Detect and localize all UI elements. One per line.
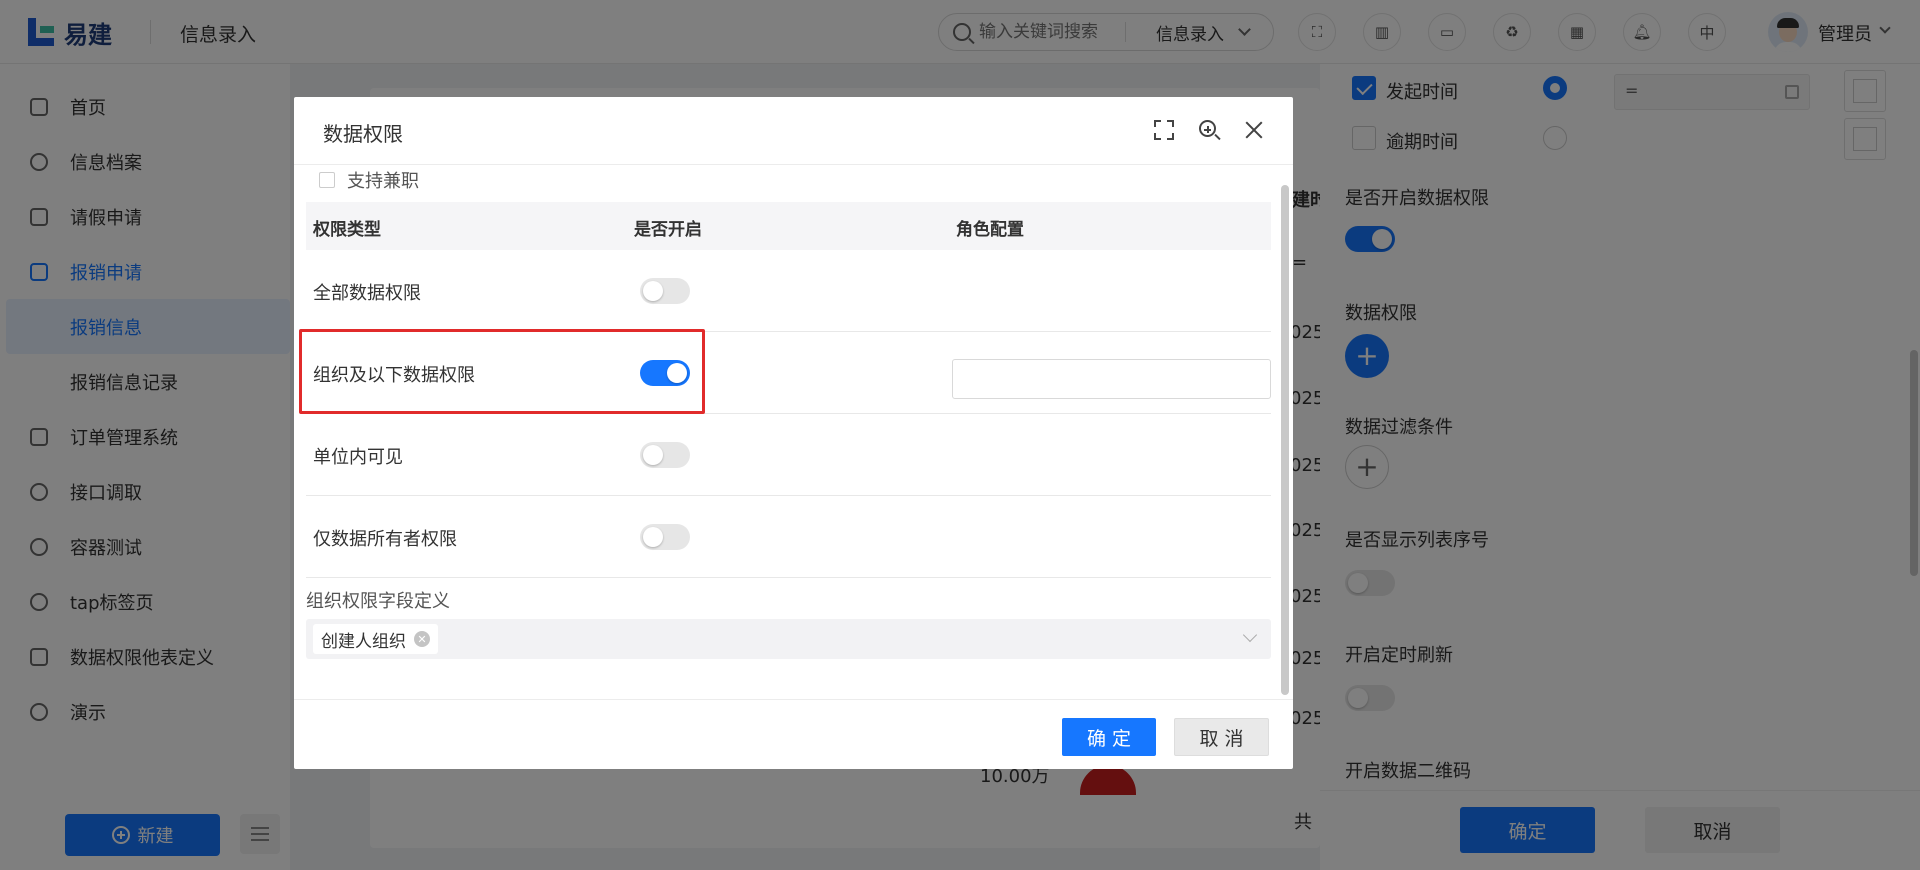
table-row: 仅数据所有者权限 [306, 496, 1271, 578]
fullscreen-icon[interactable] [1153, 119, 1175, 141]
confirm-button[interactable]: 确 定 [1062, 718, 1156, 756]
selected-tag: 创建人组织 ✕ [313, 624, 438, 654]
highlight-box [299, 329, 705, 414]
data-permission-dialog: 数据权限 支持兼职 权限类型 是否开启 角色配置 全部数据权限 组织及以下数据权… [294, 97, 1293, 769]
dialog-title: 数据权限 [323, 122, 403, 146]
unit-visible-switch[interactable] [640, 442, 690, 468]
permission-name: 仅数据所有者权限 [313, 529, 457, 550]
close-icon[interactable] [1243, 119, 1265, 141]
zoom-in-icon[interactable] [1198, 119, 1221, 141]
tag-label: 创建人组织 [321, 631, 406, 652]
org-field-select[interactable]: 创建人组织 ✕ [306, 619, 1271, 659]
support-part-time-option[interactable]: 支持兼职 [319, 167, 419, 193]
support-part-time-label: 支持兼职 [347, 171, 419, 192]
support-part-time-checkbox[interactable] [319, 172, 335, 188]
column-header-type: 权限类型 [313, 220, 381, 240]
table-header: 权限类型 是否开启 角色配置 [306, 202, 1271, 250]
chevron-down-icon [1242, 627, 1258, 643]
cancel-button[interactable]: 取 消 [1174, 718, 1269, 756]
dialog-scrollbar[interactable] [1281, 185, 1289, 695]
table-row: 全部数据权限 [306, 250, 1271, 332]
column-header-role: 角色配置 [956, 220, 1024, 240]
owner-only-perm-switch[interactable] [640, 524, 690, 550]
table-row: 单位内可见 [306, 414, 1271, 496]
dialog-footer: 确 定 取 消 [294, 699, 1293, 769]
column-header-enabled: 是否开启 [634, 220, 702, 240]
org-field-label: 组织权限字段定义 [306, 591, 450, 612]
role-config-input[interactable] [952, 359, 1271, 399]
dialog-header: 数据权限 [294, 97, 1293, 165]
table-row: 组织及以下数据权限 [299, 329, 1271, 414]
all-data-perm-switch[interactable] [640, 278, 690, 304]
permission-name: 单位内可见 [313, 447, 403, 468]
tag-remove-icon[interactable]: ✕ [414, 631, 430, 647]
dialog-body: 支持兼职 权限类型 是否开启 角色配置 全部数据权限 组织及以下数据权限 单位内… [294, 165, 1293, 699]
permission-name: 全部数据权限 [313, 283, 421, 304]
